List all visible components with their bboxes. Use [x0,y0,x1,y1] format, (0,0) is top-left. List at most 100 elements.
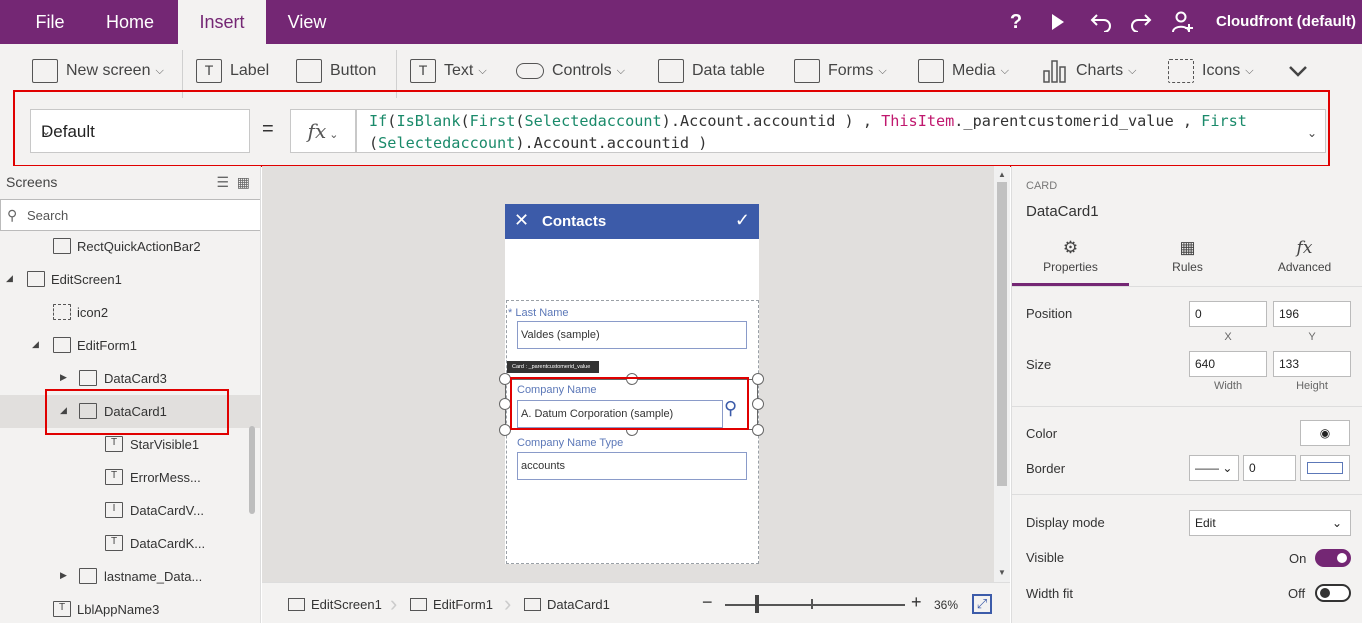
company-name-type-input[interactable]: accounts [517,452,747,480]
zoom-out-button[interactable]: − [702,592,713,613]
position-x-input[interactable]: 0 [1189,301,1267,327]
icons-button[interactable]: Icons ⌵ [1168,56,1254,86]
resize-handle[interactable] [752,424,764,436]
new-screen-icon [32,59,58,83]
equals-sign: = [262,118,274,140]
tree-scrollbar[interactable] [249,426,255,514]
tab-view[interactable]: View [276,0,338,44]
play-icon[interactable] [1045,8,1071,36]
tree-node-rectquickactionbar2[interactable]: RectQuickActionBar2 [0,230,260,263]
formula-input[interactable]: If(IsBlank(First(Selectedaccount).Accoun… [356,109,1326,153]
visible-toggle[interactable] [1315,549,1351,567]
user-add-icon[interactable] [1170,8,1196,36]
width-fit-toggle[interactable] [1315,584,1351,602]
resize-handle[interactable] [499,398,511,410]
collapse-icon[interactable]: ◢ [32,339,39,350]
search-input[interactable] [27,205,247,225]
properties-panel: CARD DataCard1 ⚙ Properties ▦ Rules fx Adva… [1011,166,1362,623]
close-icon[interactable]: ✕ [514,210,529,231]
zoom-in-button[interactable]: + [911,592,922,613]
new-screen-button[interactable]: New screen ⌵ [32,56,164,86]
collapse-icon[interactable]: ◢ [60,405,67,416]
charts-button[interactable]: Charts ⌵ [1042,56,1136,86]
tab-insert[interactable]: Insert [178,0,266,44]
resize-handle[interactable] [626,373,638,385]
tab-advanced[interactable]: fx Advanced [1246,236,1362,286]
display-mode-label: Display mode [1026,515,1105,530]
canvas-scrollbar[interactable]: ▲ ▼ [994,166,1010,582]
breadcrumb-editform1[interactable]: EditForm1 [410,597,493,612]
tree-node-datacardkey[interactable]: T DataCardK... [0,527,260,560]
tree-search[interactable]: ⚲ [0,199,260,231]
icon-control-icon [53,304,71,320]
sliders-icon: ⚙ [1062,238,1079,257]
resize-handle[interactable] [499,424,511,436]
controls-button[interactable]: Controls ⌵ [516,56,625,86]
search-icon[interactable]: ⚲ [724,398,737,419]
card-icon [79,568,97,584]
image-icon [918,59,944,83]
zoom-slider-track[interactable] [725,604,905,606]
undo-icon[interactable] [1088,8,1114,36]
border-style-dropdown[interactable]: —— ⌄ [1189,455,1239,481]
color-picker[interactable]: ◉ [1300,420,1350,446]
label-icon: T [105,469,123,485]
fx-function-button[interactable]: fx ⌄ [290,109,356,153]
position-y-input[interactable]: 196 [1273,301,1351,327]
tab-home[interactable]: Home [95,0,165,44]
scroll-thumb[interactable] [997,182,1007,486]
tab-file[interactable]: File [20,0,80,44]
menu-bar: File Home Insert View ? Cloudfront (defa… [0,0,1362,44]
tree-node-starvisible1[interactable]: T StarVisible1 [0,428,260,461]
text-button[interactable]: T Text ⌵ [410,56,487,86]
height-input[interactable]: 133 [1273,351,1351,377]
zoom-slider-thumb[interactable] [755,595,759,613]
expand-icon[interactable]: ▶ [60,372,67,383]
display-mode-dropdown[interactable]: Edit ⌄ [1189,510,1351,536]
redo-icon[interactable] [1128,8,1154,36]
tree-node-icon2[interactable]: icon2 [0,296,260,329]
toggle-icon [516,63,544,79]
tab-properties[interactable]: ⚙ Properties [1012,236,1129,286]
resize-handle[interactable] [752,398,764,410]
tree-node-editscreen1[interactable]: ◢ EditScreen1 [0,263,260,296]
screen-icon [27,271,45,287]
tree-node-datacard3[interactable]: ▶ DataCard3 [0,362,260,395]
border-width-input[interactable]: 0 [1243,455,1296,481]
property-dropdown[interactable]: Default ⌄ [30,109,250,153]
checkmark-icon[interactable]: ✓ [735,210,750,231]
scroll-down-icon[interactable]: ▼ [998,568,1006,577]
company-name-input[interactable]: A. Datum Corporation (sample) [517,400,723,428]
view-toggle-icons[interactable]: ☰ ▦ [216,174,250,191]
lastname-input[interactable]: Valdes (sample) [517,321,747,349]
resize-handle[interactable] [499,373,511,385]
button-button[interactable]: Button [296,56,376,86]
collapse-icon[interactable]: ◢ [6,273,13,284]
tree-node-errormessage[interactable]: T ErrorMess... [0,461,260,494]
breadcrumb-datacard1[interactable]: DataCard1 [524,597,610,612]
help-icon[interactable]: ? [1003,8,1029,36]
expand-icon[interactable]: ▶ [60,570,67,581]
label-icon: T [53,601,71,617]
breadcrumb-editscreen1[interactable]: EditScreen1 [288,597,382,612]
forms-button[interactable]: Forms ⌵ [794,56,887,86]
border-color-picker[interactable] [1300,455,1350,481]
zoom-slider-tick [811,599,813,609]
scroll-up-icon[interactable]: ▲ [998,170,1006,179]
formula-expand-icon[interactable]: ⌄ [1307,122,1317,144]
border-label: Border [1026,461,1066,476]
tree-node-editform1[interactable]: ◢ EditForm1 [0,329,260,362]
media-button[interactable]: Media ⌵ [918,56,1009,86]
tree-node-datacardvalue[interactable]: I DataCardV... [0,494,260,527]
resize-handle[interactable] [752,373,764,385]
width-input[interactable]: 640 [1189,351,1267,377]
tree-node-datacard1[interactable]: ◢ DataCard1 [0,395,260,428]
environment-name[interactable]: Cloudfront (default) [1216,0,1356,44]
data-table-button[interactable]: Data table [658,56,765,86]
label-button[interactable]: T Label [196,56,269,86]
tree-node-lastname-datacard[interactable]: ▶ lastname_Data... [0,560,260,593]
tree-node-lblappname3[interactable]: T LblAppName3 [0,593,260,623]
fit-to-window-icon[interactable]: ⤢ [972,594,992,614]
ribbon-expand-icon[interactable] [1288,56,1308,86]
tab-rules[interactable]: ▦ Rules [1129,236,1246,286]
